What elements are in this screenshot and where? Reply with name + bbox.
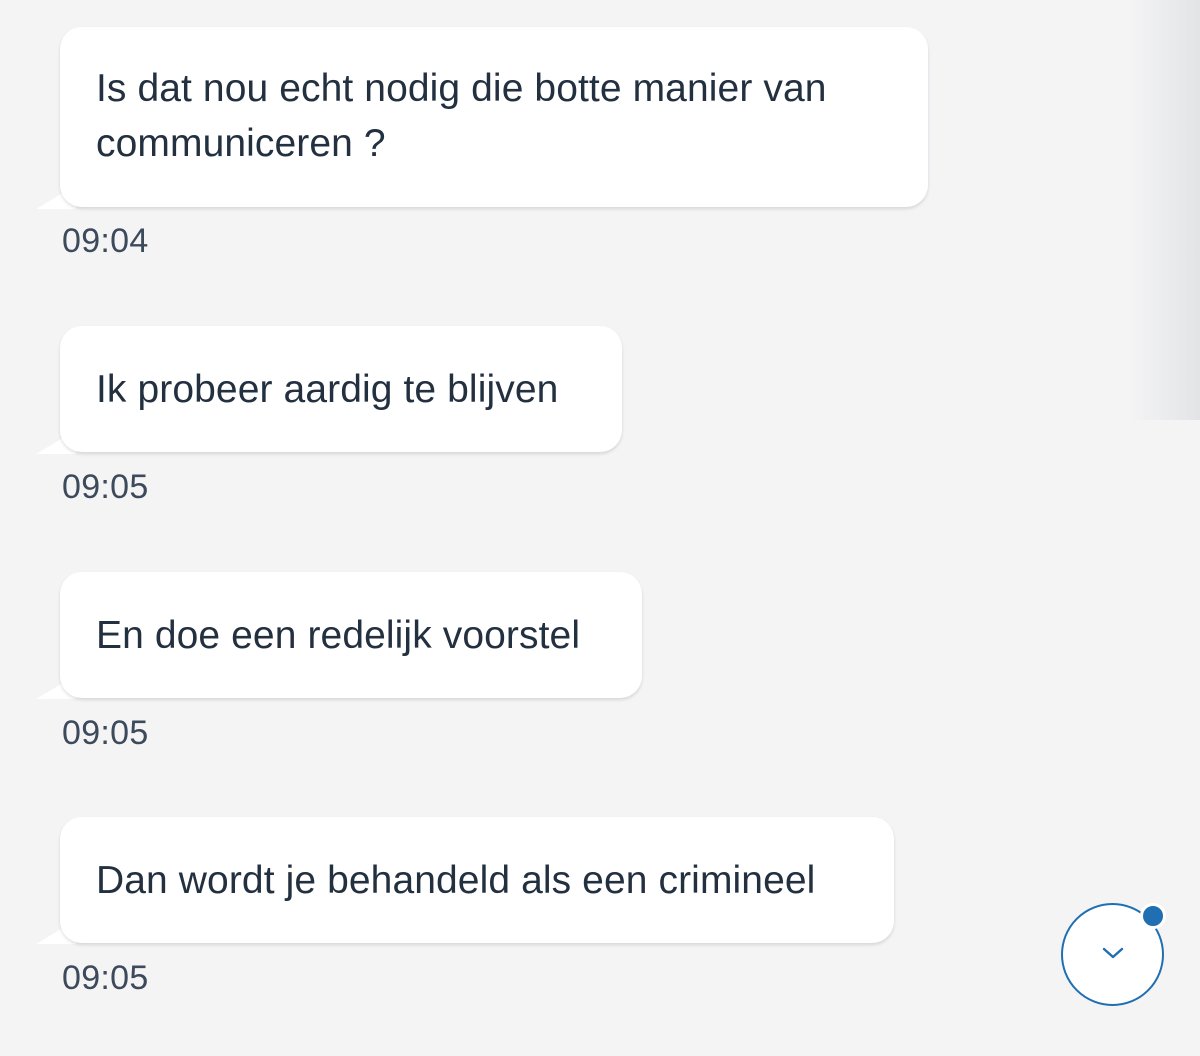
chevron-down-icon [1102, 947, 1124, 959]
edge-shadow [1130, 0, 1200, 420]
message-timestamp: 09:05 [62, 714, 149, 752]
message-timestamp: 09:04 [62, 222, 149, 260]
message-text-line: communiceren ? [96, 122, 386, 165]
message-timestamp: 09:05 [62, 959, 149, 997]
message-timestamp: 09:05 [62, 468, 149, 506]
unread-indicator-dot [1140, 903, 1166, 929]
message-text-line: En doe een redelijk voorstel [96, 614, 581, 657]
message-text-line: Dan wordt je behandeld als een crimineel [96, 859, 816, 902]
message-text-line: Is dat nou echt nodig die botte manier v… [96, 67, 827, 110]
message-bubble[interactable]: En doe een redelijk voorstel [60, 572, 642, 698]
message-text-line: Ik probeer aardig te blijven [96, 368, 559, 411]
message-bubble[interactable]: Ik probeer aardig te blijven [60, 326, 622, 452]
message-bubble[interactable]: Dan wordt je behandeld als een crimineel [60, 817, 894, 943]
message-bubble[interactable]: Is dat nou echt nodig die botte manier v… [60, 27, 928, 207]
